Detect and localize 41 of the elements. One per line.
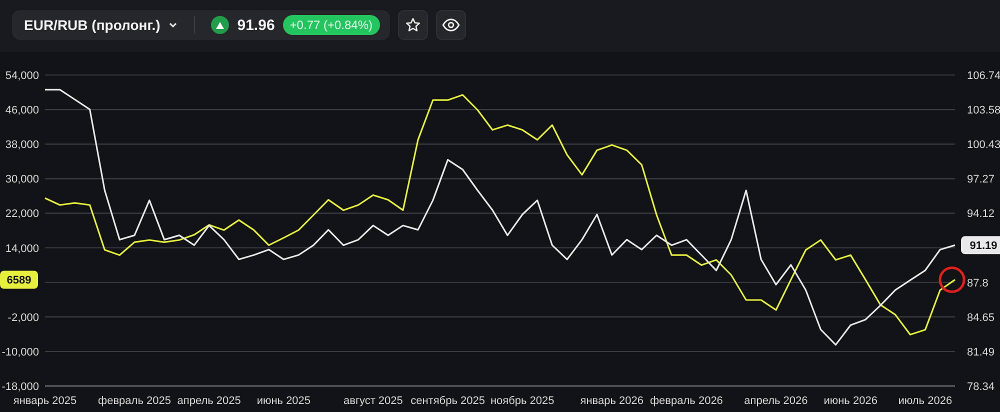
- axis-label: январь 2026: [580, 395, 644, 407]
- favorite-button[interactable]: [398, 10, 428, 40]
- axis-label: 30,000: [5, 174, 39, 186]
- axis-label: 94.12: [967, 208, 995, 220]
- axis-label: 81.49: [967, 346, 995, 358]
- axis-label: апрель 2025: [177, 395, 241, 407]
- axis-label: июль 2026: [898, 395, 952, 407]
- axis-label: февраль 2026: [650, 395, 723, 407]
- instrument-name: EUR/RUB (пролонг.): [24, 17, 160, 33]
- axis-label: 14,000: [5, 242, 39, 255]
- eye-icon: [442, 18, 460, 32]
- axis-label: 103.58: [967, 104, 1000, 117]
- axis-label: июнь 2025: [256, 395, 311, 407]
- axis-label: 54,000: [5, 70, 39, 82]
- watch-button[interactable]: [436, 10, 466, 40]
- axis-label: 100.43: [967, 139, 1000, 152]
- change-badge: +0.77 (+0.84%): [282, 15, 380, 35]
- axis-label: 106.74: [967, 70, 1000, 82]
- chevron-icon: [168, 21, 178, 29]
- axis-label: 46,000: [5, 104, 39, 117]
- axis-label: 84.65: [967, 312, 995, 324]
- axis-label: апрель 2026: [744, 395, 808, 407]
- axis-label: 22,000: [5, 208, 39, 220]
- axis-label: 78.34: [967, 381, 995, 393]
- star-icon: [404, 17, 421, 33]
- axis-label: февраль 2025: [98, 395, 171, 407]
- axis-label: сентябрь 2025: [410, 395, 485, 407]
- value-label: 6589: [0, 270, 38, 289]
- axis-label: 97.27: [967, 174, 995, 186]
- axis-label: 38,000: [5, 139, 39, 152]
- axis-label: июнь 2026: [824, 395, 878, 407]
- axis-label: август 2025: [343, 395, 403, 407]
- axis-label: -10,000: [2, 346, 39, 358]
- axis-label: -18,000: [2, 381, 39, 393]
- axis-label: январь 2025: [13, 395, 77, 407]
- instrument-selector[interactable]: EUR/RUB (пролонг.) 91.96 +0.77 (+0.84%): [12, 10, 390, 40]
- axis-label: 87.8: [967, 277, 988, 290]
- axis-label: ноябрь 2025: [490, 395, 554, 407]
- price: 91.96: [237, 16, 275, 34]
- axis-label: -2,000: [8, 312, 39, 324]
- value-label: 91.19: [961, 236, 1000, 254]
